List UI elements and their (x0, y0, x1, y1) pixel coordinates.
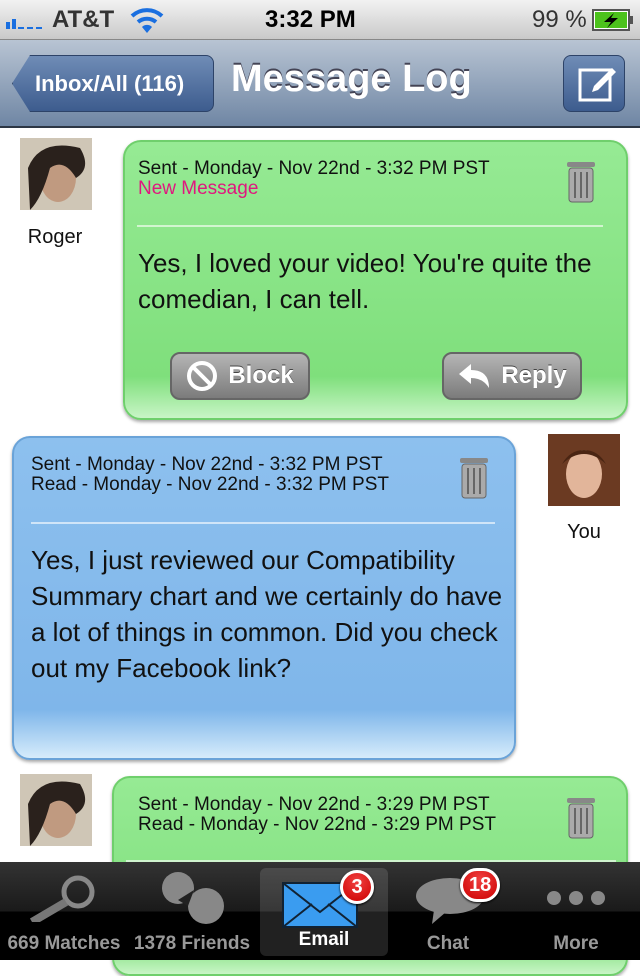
trash-icon[interactable] (565, 794, 597, 840)
avatar-roger (20, 138, 92, 210)
block-button[interactable]: Block (170, 352, 310, 400)
avatar-roger (20, 774, 92, 846)
tab-matches[interactable]: 669 Matches (0, 862, 128, 960)
avatar-you (548, 434, 620, 506)
wifi-icon (130, 8, 164, 33)
tab-label: Email (298, 929, 350, 950)
battery-percent: 99 % (532, 6, 587, 33)
tab-email[interactable]: 3 Email (260, 868, 388, 956)
sent-timestamp: Sent - Monday - Nov 22nd - 3:32 PM PST (138, 158, 490, 179)
message-body: Yes, I just reviewed our Compatibility S… (31, 545, 503, 683)
reply-arrow-icon (459, 364, 490, 388)
nav-bar: Inbox/All (116) Message Log (0, 40, 640, 128)
email-badge: 3 (340, 870, 374, 904)
message-body: Yes, I loved your video! You're quite th… (138, 248, 592, 314)
tab-label: Chat (426, 933, 470, 954)
sender-name: Roger (27, 226, 83, 248)
reply-button[interactable]: Reply (442, 352, 582, 400)
tab-label: 1378 Friends (133, 933, 251, 954)
read-timestamp: Read - Monday - Nov 22nd - 3:32 PM PST (31, 474, 389, 495)
signal-icon (6, 19, 42, 29)
tab-chat[interactable]: 18 Chat (384, 862, 512, 960)
divider (137, 225, 603, 227)
message-bubble: Sent - Monday - Nov 22nd - 3:32 PM PST R… (12, 436, 516, 760)
tab-friends[interactable]: 1378 Friends (128, 862, 256, 960)
more-dots-icon (547, 891, 605, 905)
trash-icon[interactable] (565, 158, 597, 204)
magnifier-icon (29, 875, 95, 922)
trash-icon[interactable] (458, 454, 490, 500)
tab-label: More (553, 933, 599, 954)
sent-timestamp: Sent - Monday - Nov 22nd - 3:29 PM PST (138, 794, 490, 815)
friends-icon (162, 872, 224, 924)
divider (31, 522, 495, 524)
message-bubble: Sent - Monday - Nov 22nd - 3:32 PM PST N… (123, 140, 628, 420)
tab-bar: 669 Matches 1378 Friends 3 Email 18 Chat… (0, 862, 640, 960)
sender-name: You (567, 521, 601, 543)
chat-badge: 18 (460, 868, 501, 902)
battery-charging-icon (592, 9, 633, 31)
sent-timestamp: Sent - Monday - Nov 22nd - 3:32 PM PST (31, 454, 383, 475)
status-bar: AT&T 3:32 PM 99 % (0, 0, 640, 40)
tab-more[interactable]: More (512, 862, 640, 960)
clock: 3:32 PM (265, 6, 356, 33)
block-icon (187, 361, 218, 391)
carrier: AT&T (52, 6, 115, 33)
message-status: New Message (138, 178, 259, 199)
block-label: Block (228, 362, 294, 389)
compose-button[interactable] (563, 55, 625, 112)
compose-icon (578, 68, 616, 102)
page-title: Message Log (231, 58, 472, 100)
tab-label: 669 Matches (7, 933, 121, 954)
reply-label: Reply (501, 362, 567, 389)
read-timestamp: Read - Monday - Nov 22nd - 3:29 PM PST (138, 814, 496, 835)
back-inbox-button[interactable]: Inbox/All (116) (12, 55, 214, 112)
